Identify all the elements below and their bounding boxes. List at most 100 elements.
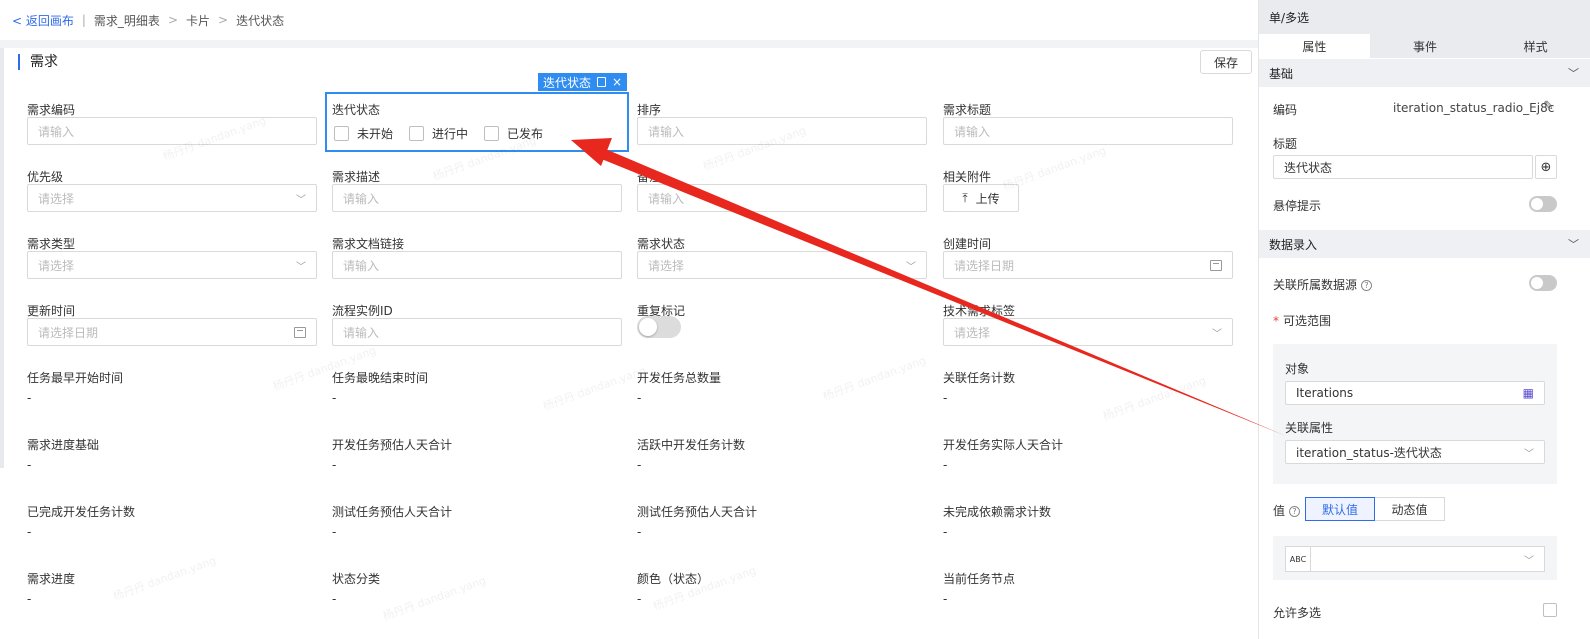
placeholder: 请输入: [38, 124, 75, 139]
tab-properties[interactable]: 属性: [1259, 34, 1370, 58]
chevron-down-icon: ﹀: [906, 261, 916, 273]
help-icon[interactable]: ?: [1289, 506, 1301, 517]
placeholder: 请选择: [648, 258, 685, 273]
title-input-value: 迭代状态: [1284, 160, 1333, 175]
object-label: 对象: [1285, 362, 1310, 376]
field-value: -: [27, 592, 32, 606]
section-basic-header[interactable]: 基础 ﹀: [1259, 59, 1590, 87]
code-value: iteration_status_radio_Ej8c: [1393, 101, 1555, 115]
placeholder: 请选择日期: [38, 325, 99, 340]
field-label: 创建时间: [943, 237, 992, 251]
tooltip-toggle[interactable]: [1529, 196, 1557, 212]
multi-select-checkbox[interactable]: [1543, 603, 1557, 617]
req-desc-input[interactable]: 请输入: [332, 184, 622, 212]
upload-label: 上传: [975, 191, 1000, 206]
placeholder: 请输入: [343, 191, 380, 206]
breadcrumb-item-current: 迭代状态: [236, 13, 285, 28]
field-label: 相关附件: [943, 170, 992, 184]
card-title: 需求: [18, 54, 58, 70]
dup-flag-toggle[interactable]: [637, 316, 681, 338]
save-button[interactable]: 保存: [1200, 50, 1252, 74]
chevron-down-icon: ﹀: [1212, 328, 1222, 340]
sort-input[interactable]: 请输入: [637, 117, 927, 145]
globe-icon[interactable]: ⊕: [1535, 155, 1557, 179]
field-value: -: [332, 458, 337, 472]
field-label: 未完成依赖需求计数: [943, 505, 1052, 519]
field-label: 更新时间: [27, 304, 76, 318]
close-icon[interactable]: ×: [612, 75, 622, 89]
field-label: 开发任务实际人天合计: [943, 438, 1064, 452]
breadcrumb-item-table[interactable]: 需求_明细表: [94, 12, 160, 29]
chevron-down-icon: ﹀: [296, 261, 306, 273]
upload-icon: ⤒: [962, 190, 968, 205]
property-panel: 单/多选 属性 事件 样式 基础 ﹀ 编码 iteration_status_r…: [1258, 0, 1590, 639]
tooltip-label: 悬停提示: [1273, 199, 1322, 213]
create-time-picker[interactable]: 请选择日期: [943, 251, 1233, 279]
title-input[interactable]: 迭代状态: [1273, 155, 1533, 179]
section-data-entry-header[interactable]: 数据录入 ﹀: [1259, 230, 1590, 258]
link-source-label: 关联所属数据源?: [1273, 276, 1373, 293]
placeholder: 请选择: [38, 258, 75, 273]
field-label: 开发任务预估人天合计: [332, 438, 453, 452]
flow-id-input[interactable]: 请输入: [332, 318, 622, 346]
default-value-button[interactable]: 默认值: [1305, 497, 1375, 521]
section-title: 基础: [1269, 66, 1294, 81]
field-label: 需求描述: [332, 170, 381, 184]
back-to-canvas-link[interactable]: < 返回画布: [12, 12, 74, 29]
field-label: 技术需求标签: [943, 304, 1016, 318]
chevron-down-icon: ﹀: [1524, 448, 1534, 460]
help-icon[interactable]: ?: [1361, 280, 1373, 291]
tab-styles[interactable]: 样式: [1480, 34, 1590, 58]
placeholder: 请输入: [343, 258, 380, 273]
req-title-input[interactable]: 请输入: [943, 117, 1233, 145]
link-source-toggle[interactable]: [1529, 275, 1557, 291]
req-code-input[interactable]: 请输入: [27, 117, 317, 145]
section-title: 数据录入: [1269, 237, 1318, 252]
field-label: 需求标题: [943, 103, 992, 117]
field-value: -: [637, 458, 642, 472]
calendar-icon: [294, 326, 306, 338]
range-config-box: 对象 Iterations ▦ 关联属性 iteration_status-迭代状…: [1273, 344, 1557, 484]
tech-tag-select[interactable]: 请选择 ﹀: [943, 318, 1233, 346]
remark-input[interactable]: 请输入: [637, 184, 927, 212]
object-select[interactable]: Iterations ▦: [1285, 381, 1545, 405]
req-status-select[interactable]: 请选择 ﹀: [637, 251, 927, 279]
placeholder: 请输入: [343, 325, 380, 340]
field-label: 测试任务预估人天合计: [332, 505, 453, 519]
upload-button[interactable]: ⤒ 上传: [943, 184, 1019, 212]
field-label: 状态分类: [332, 572, 381, 586]
update-time-picker[interactable]: 请选择日期: [27, 318, 317, 346]
default-value-box: ABC ﹀: [1273, 536, 1557, 580]
doc-link-input[interactable]: 请输入: [332, 251, 622, 279]
chevron-down-icon: ﹀: [1524, 555, 1534, 567]
selected-component-outline[interactable]: [325, 92, 629, 152]
attr-select[interactable]: iteration_status-迭代状态 ﹀: [1285, 440, 1545, 464]
abc-type-icon[interactable]: ABC: [1285, 546, 1311, 572]
field-label: 排序: [637, 103, 662, 117]
field-label: 任务最早开始时间: [27, 371, 124, 385]
placeholder: 请选择日期: [954, 258, 1015, 273]
field-label: 任务最晚结束时间: [332, 371, 429, 385]
edit-icon[interactable]: ✎: [1543, 99, 1554, 114]
field-value: -: [943, 391, 948, 405]
chevron-down-icon: ﹀: [296, 194, 306, 206]
field-label: 备注: [637, 170, 662, 184]
selected-component-tag: 迭代状态 ×: [538, 73, 628, 91]
priority-select[interactable]: 请选择 ﹀: [27, 184, 317, 212]
field-label: 需求状态: [637, 237, 686, 251]
field-label: 开发任务总数量: [637, 371, 722, 385]
attr-value: iteration_status-迭代状态: [1296, 445, 1442, 460]
breadcrumb-item-card[interactable]: 卡片: [186, 12, 210, 29]
title-label: 标题: [1273, 137, 1298, 151]
field-label: 需求文档链接: [332, 237, 405, 251]
default-value-select[interactable]: ﹀: [1311, 546, 1545, 572]
tab-events[interactable]: 事件: [1370, 34, 1481, 58]
req-type-select[interactable]: 请选择 ﹀: [27, 251, 317, 279]
copy-icon[interactable]: [597, 77, 607, 87]
field-label: 流程实例ID: [332, 304, 393, 318]
link-source-text: 关联所属数据源: [1273, 278, 1358, 292]
dynamic-value-button[interactable]: 动态值: [1375, 497, 1445, 521]
field-label: 需求进度基础: [27, 438, 100, 452]
field-value: -: [943, 592, 948, 606]
field-value: -: [27, 525, 32, 539]
